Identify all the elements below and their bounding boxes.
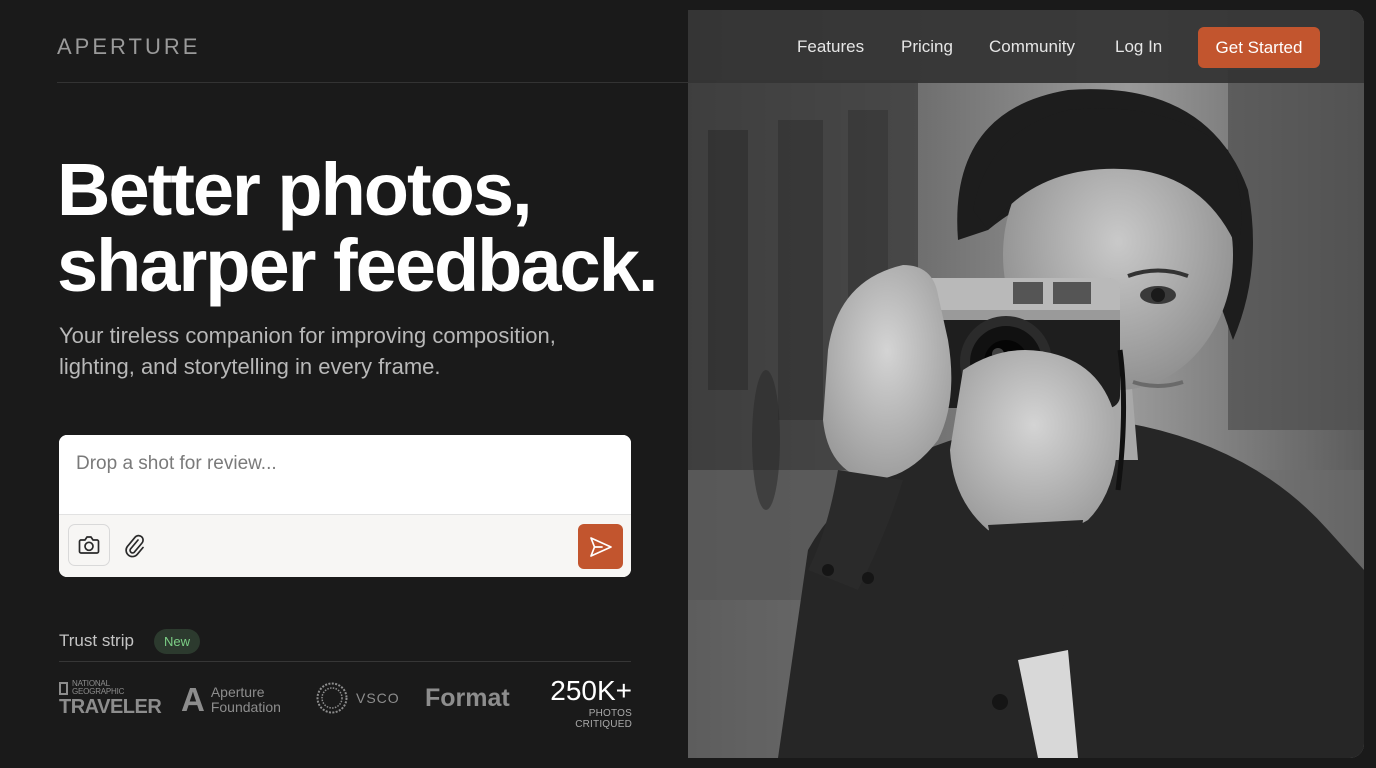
landing-page: APERTURE Better photos, sharper feedback… (0, 0, 1376, 768)
aperture-foundation-logo: A Aperture Foundation (181, 683, 281, 716)
nav-login[interactable]: Log In (1115, 37, 1162, 57)
nav-features[interactable]: Features (797, 37, 864, 57)
natgeo-frame-icon (59, 681, 68, 695)
trust-strip-label: Trust strip (59, 631, 134, 650)
hero-subtitle: Your tireless companion for improving co… (59, 323, 556, 379)
stat-label: PHOTOS CRITIQUED (575, 708, 632, 730)
composer-toolbar (59, 515, 631, 577)
camera-button[interactable] (68, 524, 110, 566)
paperclip-icon (125, 534, 144, 558)
header-divider (57, 82, 688, 83)
photographer-image: LEICA (688, 10, 1364, 758)
hero-photo: LEICA (688, 10, 1364, 758)
send-icon (589, 536, 612, 557)
camera-icon (78, 536, 100, 554)
review-input[interactable]: Drop a shot for review... (59, 435, 631, 515)
review-composer: Drop a shot for review... (59, 435, 631, 577)
nav-community[interactable]: Community (989, 37, 1075, 57)
top-nav: Features Pricing Community Log In Get St… (688, 10, 1364, 83)
aperture-foundation-wordmark: Aperture Foundation (210, 683, 281, 715)
natgeo-traveler-logo: NATIONAL GEOGRAPHIC TRAVELER (59, 679, 162, 718)
vsco-ring-icon (316, 682, 348, 714)
stat-value: 250K+ (550, 675, 632, 706)
hero-headline: Better photos, sharper feedback. (57, 148, 658, 307)
attach-button[interactable] (119, 524, 149, 566)
aperture-mark: A (181, 681, 205, 718)
headline-line-1: Better photos, (57, 148, 533, 231)
vsco-wordmark: VSCO (356, 690, 400, 706)
critique-stat: 250K+ PHOTOS CRITIQUED (535, 675, 632, 731)
send-button[interactable] (578, 524, 623, 569)
traveler-wordmark: TRAVELER (59, 696, 162, 718)
get-started-button[interactable]: Get Started (1198, 27, 1320, 68)
vsco-logo: VSCO (316, 682, 400, 714)
brand-logo[interactable]: APERTURE (57, 34, 200, 60)
format-logo: Format (425, 684, 510, 712)
nav-pricing[interactable]: Pricing (901, 37, 953, 57)
natgeo-wordmark: NATIONAL GEOGRAPHIC (72, 679, 125, 696)
headline-line-2: sharper feedback. (57, 224, 658, 307)
new-badge: New (154, 629, 201, 654)
trust-divider (59, 661, 631, 662)
